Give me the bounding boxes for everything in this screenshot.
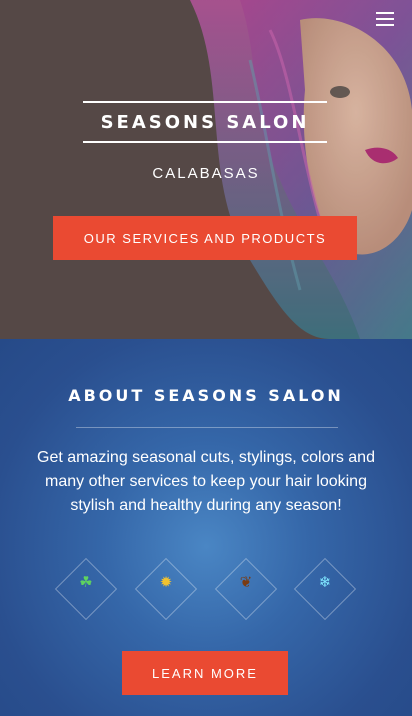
hero-title: SEASONS SALON: [100, 111, 310, 133]
hero-subtitle: CALABASAS: [152, 165, 260, 182]
services-products-button[interactable]: OUR SERVICES AND PRODUCTS: [53, 216, 357, 260]
sun-icon: ✹: [159, 573, 173, 591]
sprout-icon: ☘: [79, 573, 93, 591]
about-divider: [76, 427, 338, 428]
hero-section: SEASONS SALON CALABASAS OUR SERVICES AND…: [0, 0, 412, 339]
about-section: ABOUT SEASONS SALON Get amazing seasonal…: [0, 339, 412, 716]
maple-leaf-icon: ❦: [239, 573, 253, 591]
hamburger-menu-icon[interactable]: [376, 12, 394, 28]
snowflake-icon: ❄: [318, 573, 332, 591]
season-icons-row: ☘ ✹ ❦ ❄: [0, 557, 412, 621]
learn-more-button[interactable]: LEARN MORE: [122, 651, 288, 695]
about-description: Get amazing seasonal cuts, stylings, col…: [37, 449, 375, 514]
about-title: ABOUT SEASONS SALON: [68, 386, 344, 405]
hero-title-frame: SEASONS SALON: [83, 101, 327, 143]
